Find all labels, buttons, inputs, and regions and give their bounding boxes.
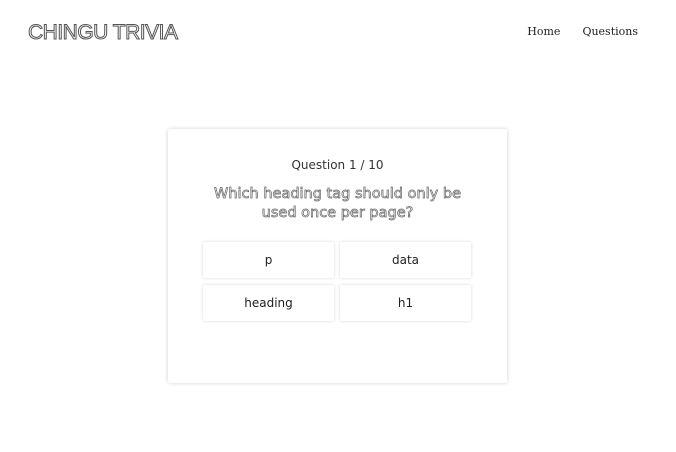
nav-link-home[interactable]: Home <box>527 25 560 38</box>
answer-option-h1[interactable]: h1 <box>340 285 471 321</box>
question-card: Question 1 / 10 Which heading tag should… <box>168 129 507 383</box>
answer-option-p[interactable]: p <box>203 242 334 278</box>
question-counter: Question 1 / 10 <box>291 158 384 172</box>
site-logo-text[interactable]: CHINGU TRIVIA <box>27 21 178 45</box>
answer-option-data[interactable]: data <box>340 242 471 278</box>
answer-grid: p data heading h1 <box>203 242 471 321</box>
nav-link-questions[interactable]: Questions <box>582 25 638 38</box>
answer-option-heading[interactable]: heading <box>203 285 334 321</box>
question-text: Which heading tag should only be used on… <box>214 186 462 222</box>
top-nav: Home Questions <box>527 25 638 38</box>
